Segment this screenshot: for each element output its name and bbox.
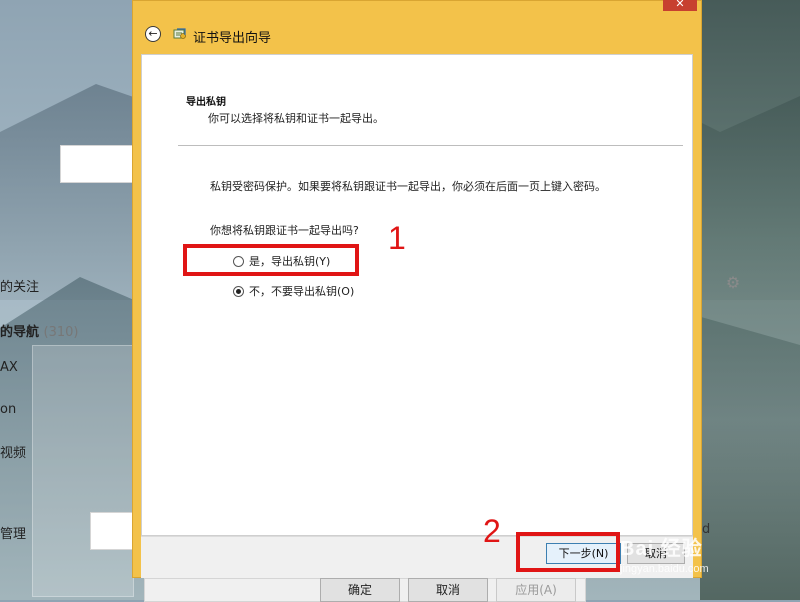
wizard-content: 导出私钥 你可以选择将私钥和证书一起导出。 私钥受密码保护。如果要将私钥跟证书一… bbox=[141, 54, 693, 536]
watermark-main: Bai 经验 bbox=[620, 538, 703, 560]
watermark-sub: jingyan.baidu.com bbox=[620, 563, 709, 575]
private-key-info-text: 私钥受密码保护。如果要将私钥跟证书一起导出，你必须在后面一页上键入密码。 bbox=[210, 180, 606, 193]
background-item-video: 视频 bbox=[0, 446, 27, 461]
background-ok-button[interactable]: 确定 bbox=[320, 578, 400, 602]
radio-button-no[interactable] bbox=[233, 285, 244, 297]
background-item-manage: 管理 bbox=[0, 527, 27, 542]
certificate-icon bbox=[173, 28, 186, 39]
baidu-watermark: Bai 经验 jingyan.baidu.com bbox=[620, 532, 795, 592]
annotation-box-1 bbox=[183, 244, 359, 276]
background-cancel-button[interactable]: 取消 bbox=[408, 578, 488, 602]
certificate-export-wizard: ✕ ← 证书导出向导 导出私钥 你可以选择将私钥和证书一起导出。 私钥受密码保护… bbox=[132, 0, 702, 578]
export-question: 你想将私钥跟证书一起导出吗? bbox=[210, 224, 359, 237]
background-item-navigation-label: 的导航 bbox=[0, 325, 40, 340]
wizard-titlebar: ✕ ← 证书导出向导 bbox=[133, 0, 701, 55]
annotation-label-1: 1 bbox=[388, 220, 406, 256]
close-icon: ✕ bbox=[675, 0, 685, 10]
background-apply-button: 应用(A) bbox=[496, 578, 576, 602]
close-button[interactable]: ✕ bbox=[663, 0, 697, 11]
background-item-on: on bbox=[0, 402, 17, 417]
background-item-navigation-count: (310) bbox=[43, 325, 79, 340]
background-item-navigation: 的导航 (310) bbox=[0, 321, 79, 340]
section-heading: 导出私钥 bbox=[186, 97, 226, 108]
annotation-label-2: 2 bbox=[483, 513, 501, 549]
background-item-follow: 的关注 bbox=[0, 280, 40, 295]
radio-export-no[interactable]: 不，不要导出私钥(O) bbox=[233, 283, 354, 299]
gear-icon[interactable]: ⚙ bbox=[724, 274, 742, 292]
background-item-ax: AX bbox=[0, 360, 18, 375]
radio-label-no: 不，不要导出私钥(O) bbox=[249, 285, 355, 298]
background-side-panel bbox=[32, 345, 134, 597]
background-trees bbox=[700, 0, 800, 600]
back-arrow-icon[interactable]: ← bbox=[145, 26, 161, 42]
background-input-box-2 bbox=[90, 512, 136, 550]
background-input-box bbox=[60, 145, 136, 183]
header-divider bbox=[178, 145, 683, 146]
window-title: 证书导出向导 bbox=[193, 31, 272, 46]
annotation-box-2 bbox=[516, 532, 620, 572]
section-description: 你可以选择将私钥和证书一起导出。 bbox=[208, 112, 384, 125]
